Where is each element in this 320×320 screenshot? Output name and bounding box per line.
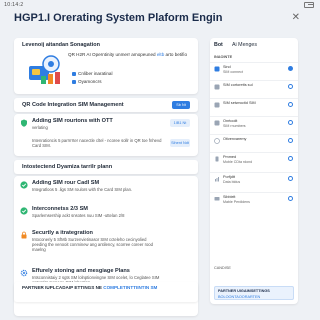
status-time: 10:14:2 — [4, 2, 24, 8]
check-circle-icon — [20, 181, 28, 189]
sidebar-section-label: INAOINTE — [214, 55, 233, 59]
radio-icon[interactable] — [288, 196, 293, 201]
radio-icon[interactable] — [288, 156, 293, 161]
list-item[interactable]: Interconnetss 2/3 SM Sparlemsership ackt… — [14, 204, 198, 226]
sidebar-item[interactable]: Onrtooiit SIM rnumbers — [210, 116, 298, 134]
list-item[interactable]: Securtly a itrategration Intoconeriy 5 S… — [14, 228, 198, 264]
radio-icon[interactable] — [288, 138, 293, 143]
partner-settings-box[interactable]: PARTNER UIGAIMSETTINGS BOLOONTAOORARTEN — [214, 286, 294, 300]
sidebar-title: Bot — [214, 42, 223, 48]
sim-icon — [214, 66, 220, 72]
partner-banner[interactable]: PARTNER IUPLCADAIP ETTINGS NE COMPLETINT… — [14, 282, 198, 302]
shield-icon — [21, 119, 27, 127]
checkbox-icon — [72, 71, 76, 76]
hero-check-item: Cnliber inaratinal — [72, 71, 112, 76]
hero-title: Levenoij aitandan Sonagation — [22, 42, 100, 48]
data-icon — [215, 177, 219, 182]
sim-card-illustration-icon — [29, 55, 60, 84]
item-action-button[interactable]: Sihent Ndt — [170, 139, 190, 147]
sidebar-item[interactable]: Sibblelt Mable Perdidens — [210, 192, 298, 212]
check-circle-icon — [20, 207, 28, 215]
sidebar-item[interactable]: SIM cortoretts sul — [210, 80, 298, 98]
sim-icon — [214, 120, 220, 126]
item-action-button[interactable]: 1IB1 Nt — [170, 119, 190, 127]
device-icon — [214, 197, 220, 201]
sidebar-subtitle: Ai Menges — [232, 42, 258, 48]
hero-description: QR H2R AI Operntinity unmerr amopeuned e… — [68, 52, 188, 57]
main-content: Levenoij aitandan Sonagation QR H2R AI O… — [14, 38, 198, 316]
radio-icon[interactable] — [288, 102, 293, 107]
right-sidebar: Bot Ai Menges INAOINTE Sind SIM connect S… — [210, 38, 298, 304]
section-header-qr-sim: QR Code Integration SIM Management Sb Nt — [14, 98, 198, 112]
checkbox-icon — [72, 79, 76, 84]
sidebar-item[interactable]: SIM setwroctid SIM — [210, 98, 298, 116]
sidebar-item[interactable]: Porfjdtt Data bldus — [210, 172, 298, 192]
phone-icon — [215, 156, 219, 162]
section-header-dynamic-plan: Intostectend Dyamiza tarrilr plann — [14, 160, 198, 174]
hero-check-item: Oyamoncrs — [72, 79, 102, 84]
sidebar-footer-label: CANDISE — [214, 266, 231, 270]
globe-icon — [214, 138, 220, 144]
radio-icon[interactable] — [288, 176, 293, 181]
sidebar-item[interactable]: Pmmed Moble CDta rdond — [210, 152, 298, 172]
partner-link[interactable]: BOLOONTAOORARTEN — [218, 295, 260, 299]
radio-icon[interactable] — [288, 120, 293, 125]
selected-indicator-icon — [288, 66, 293, 71]
page-title: HGP1.I Orerating System Plaform Engin — [14, 12, 223, 24]
section-button[interactable]: Sb Nt — [172, 101, 190, 109]
close-icon[interactable]: ✕ — [292, 13, 300, 23]
banner-link[interactable]: COMPLETINTTIINTIN SM — [103, 285, 157, 290]
lock-icon — [21, 231, 27, 239]
sim-icon — [214, 84, 220, 90]
hero-card: Levenoij aitandan Sonagation QR H2R AI O… — [14, 38, 198, 94]
radio-icon[interactable] — [288, 84, 293, 89]
sim-icon — [214, 102, 220, 108]
battery-icon — [304, 2, 314, 8]
list-item[interactable]: Adding SIM rour Cadl SM Integratloos 5 .… — [14, 178, 198, 202]
qr-sim-card: Adding SIM rourtons with OTT verlating 1… — [14, 114, 198, 156]
sidebar-item[interactable]: Sind SIM connect — [210, 62, 298, 80]
gear-icon — [20, 269, 28, 277]
list-item[interactable]: Adding SIM rourtons with OTT verlating 1… — [14, 116, 198, 136]
list-item[interactable]: Intenrationcis 5 parrrrrter nacectle clt… — [14, 136, 198, 154]
sidebar-item[interactable]: Otivenvaremy — [210, 134, 298, 152]
